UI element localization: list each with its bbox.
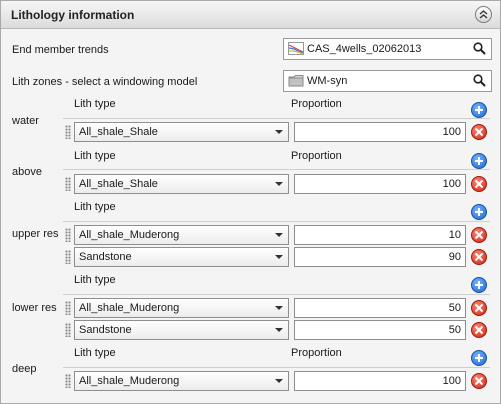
col-header-lith-type: Lith type [74,98,116,110]
proportion-input[interactable]: 10 [294,225,466,245]
proportion-value: 10 [448,229,461,241]
lith-row: All_shale_Shale 100 [63,122,491,142]
collapse-button[interactable] [475,6,492,23]
lithology-panel: Lithology information End member trends … [0,0,501,404]
col-header-lith-type: Lith type [74,201,116,213]
dropdown-arrow-icon [275,328,283,332]
proportion-input[interactable]: 50 [294,320,466,340]
panel-title: Lithology information [11,8,135,22]
lith-zones-picker[interactable]: WM-syn [283,70,492,92]
proportion-value: 50 [448,324,461,336]
delete-row-button[interactable] [471,322,487,338]
drag-handle-icon[interactable] [65,125,71,139]
dropdown-arrow-icon [275,379,283,383]
search-icon[interactable] [473,42,486,55]
end-member-value: CAS_4wells_02062013 [307,43,422,55]
crossplot-icon [288,42,304,55]
lith-row: All_shale_Muderong 10 [63,225,491,245]
proportion-input[interactable]: 90 [294,247,466,267]
proportion-input[interactable]: 50 [294,298,466,318]
dropdown-arrow-icon [275,306,283,310]
zone-label: water [12,115,39,127]
lith-type-value: All_shale_Muderong [79,302,180,314]
double-chevron-up-icon [479,10,488,19]
drag-handle-icon[interactable] [65,250,71,264]
proportion-value: 100 [442,375,461,387]
add-row-button[interactable] [471,277,487,293]
lith-type-dropdown[interactable]: Sandstone [74,247,289,267]
col-header-proportion: Proportion [291,98,342,110]
divider [63,367,490,368]
zone-label: deep [12,363,37,375]
lith-type-dropdown[interactable]: All_shale_Shale [74,174,289,194]
col-header-proportion: Proportion [291,150,342,162]
lith-type-dropdown[interactable]: All_shale_Shale [74,122,289,142]
proportion-input[interactable]: 100 [294,122,466,142]
dropdown-arrow-icon [275,255,283,259]
divider [63,221,490,222]
delete-row-button[interactable] [471,227,487,243]
lith-type-dropdown[interactable]: All_shale_Muderong [74,371,289,391]
drag-handle-icon[interactable] [65,301,71,315]
lith-type-dropdown[interactable]: All_shale_Muderong [74,225,289,245]
proportion-value: 100 [442,126,461,138]
zone-label: upper res [12,228,59,240]
dropdown-arrow-icon [275,233,283,237]
drag-handle-icon[interactable] [65,323,71,337]
col-header-lith-type: Lith type [74,274,116,286]
delete-row-button[interactable] [471,300,487,316]
divider [63,169,490,170]
lith-row: Sandstone 50 [63,320,491,340]
lith-type-value: Sandstone [79,324,132,336]
delete-row-button[interactable] [471,249,487,265]
proportion-value: 90 [448,251,461,263]
lith-type-value: All_shale_Shale [79,178,158,190]
lith-row: All_shale_Shale 100 [63,174,491,194]
lith-type-value: All_shale_Shale [79,126,158,138]
delete-row-button[interactable] [471,124,487,140]
lith-type-value: All_shale_Muderong [79,229,180,241]
zone-label: above [12,166,42,178]
lith-type-value: All_shale_Muderong [79,375,180,387]
delete-row-button[interactable] [471,176,487,192]
divider [63,118,490,119]
lith-zones-label: Lith zones - select a windowing model [12,76,198,88]
zone-label: lower res [12,302,57,314]
col-header-proportion: Proportion [291,347,342,359]
add-row-button[interactable] [471,153,487,169]
add-row-button[interactable] [471,102,487,118]
delete-row-button[interactable] [471,373,487,389]
drag-handle-icon[interactable] [65,374,71,388]
proportion-input[interactable]: 100 [294,371,466,391]
drag-handle-icon[interactable] [65,228,71,242]
lith-row: Sandstone 90 [63,247,491,267]
drag-handle-icon[interactable] [65,177,71,191]
folder-icon [288,75,304,87]
lith-type-dropdown[interactable]: All_shale_Muderong [74,298,289,318]
search-icon[interactable] [473,74,486,87]
proportion-input[interactable]: 100 [294,174,466,194]
proportion-value: 100 [442,178,461,190]
col-header-lith-type: Lith type [74,347,116,359]
lith-zones-value: WM-syn [307,75,348,87]
lith-type-dropdown[interactable]: Sandstone [74,320,289,340]
end-member-label: End member trends [12,44,109,56]
lith-row: All_shale_Muderong 50 [63,298,491,318]
add-row-button[interactable] [471,350,487,366]
panel-header: Lithology information [1,1,500,29]
proportion-value: 50 [448,302,461,314]
end-member-picker[interactable]: CAS_4wells_02062013 [283,38,492,60]
lith-row: All_shale_Muderong 100 [63,371,491,391]
col-header-lith-type: Lith type [74,150,116,162]
lith-type-value: Sandstone [79,251,132,263]
add-row-button[interactable] [471,204,487,220]
dropdown-arrow-icon [275,130,283,134]
divider [63,294,490,295]
dropdown-arrow-icon [275,182,283,186]
